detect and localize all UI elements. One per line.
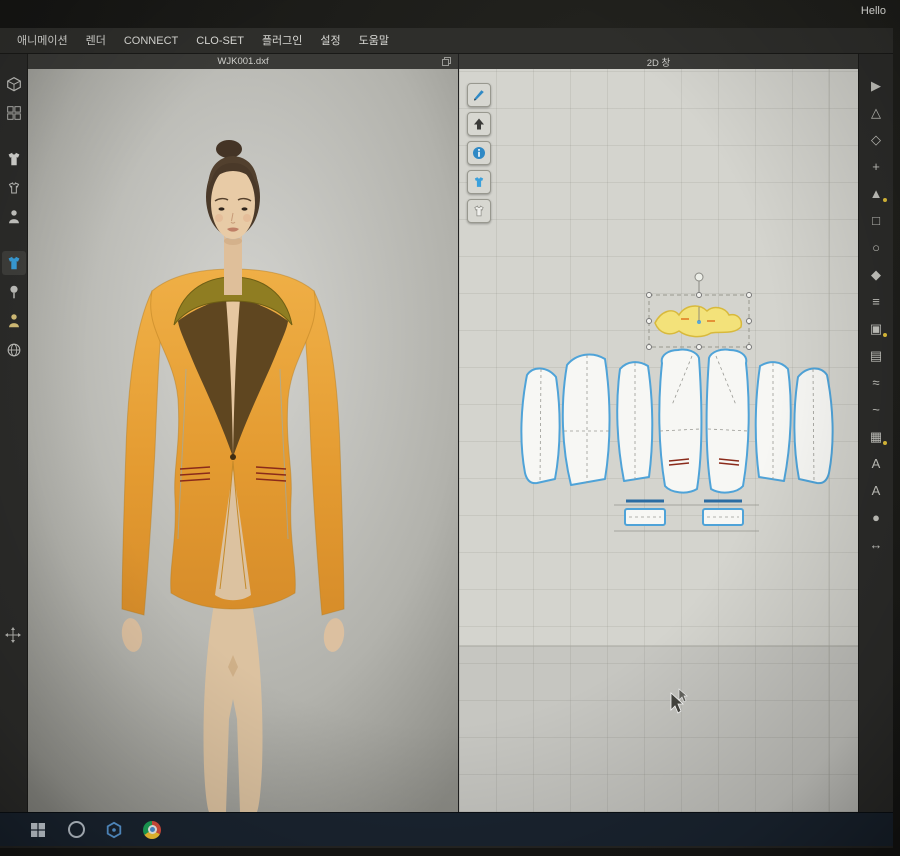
pattern-piece-sleeve-right[interactable]: [794, 368, 832, 483]
trace-icon[interactable]: ▣: [863, 317, 889, 340]
windows-taskbar: [0, 812, 893, 846]
hello-text: Hello: [861, 5, 886, 17]
pattern-piece-front-right[interactable]: [707, 349, 749, 492]
move-gizmo-button[interactable]: [2, 624, 24, 651]
avatar-style-button[interactable]: [2, 309, 26, 333]
menu-connect[interactable]: CONNECT: [115, 28, 187, 54]
view-cube-button[interactable]: [2, 72, 26, 96]
tab-2d-label: 2D 창: [647, 55, 671, 69]
menu-plugin[interactable]: 플러그인: [253, 28, 311, 54]
pen-icon: [472, 88, 486, 102]
menu-animation[interactable]: 애니메이션: [8, 28, 77, 54]
garment-show-button[interactable]: [2, 147, 26, 171]
selected-pattern-collar[interactable]: [647, 273, 752, 350]
jacket-button: [230, 454, 236, 460]
chrome-icon: [143, 821, 161, 839]
cut-sew-icon[interactable]: ▤: [863, 344, 889, 367]
toolbar-2d-right: ▶ △ ◇ + ▲ □ ○ ◆ ≡ ▣ ▤ ≈ ~ ▦ A A ● ↔: [858, 54, 893, 812]
hexagon-app-button[interactable]: [102, 818, 126, 842]
shirt-gray-icon: [472, 204, 486, 218]
viewport-2d[interactable]: [459, 69, 858, 812]
search-button[interactable]: [64, 818, 88, 842]
shirt-gray-button[interactable]: [467, 199, 491, 223]
menubar: 애니메이션 렌더 CONNECT CLO-SET 플러그인 설정 도움말: [0, 28, 893, 54]
info-icon: [472, 146, 486, 160]
avatar-style-icon: [5, 312, 23, 330]
pattern-piece-side-right[interactable]: [756, 362, 791, 481]
avatar-show-icon: [5, 208, 23, 226]
arrow-up-icon: [472, 117, 486, 131]
photo-of-monitor: Hello 애니메이션 렌더 CONNECT CLO-SET 플러그인 설정 도…: [0, 0, 900, 856]
wardrobe-grid-button[interactable]: [2, 101, 26, 125]
grading-icon[interactable]: ●: [863, 506, 889, 529]
transform-pattern-icon[interactable]: ▶: [863, 74, 889, 97]
circle-icon[interactable]: ○: [863, 236, 889, 259]
environment-globe-icon: [5, 341, 23, 359]
pen-button[interactable]: [467, 83, 491, 107]
hexagon-app-icon: [105, 821, 123, 839]
shirt-blue-icon: [472, 175, 486, 189]
pattern-piece-side-left[interactable]: [617, 362, 652, 481]
tab-2d[interactable]: 2D 창: [459, 54, 858, 70]
edit-curvature-icon[interactable]: ◇: [863, 128, 889, 151]
pin-button[interactable]: [2, 280, 26, 304]
add-point-icon[interactable]: +: [863, 155, 889, 178]
dart-icon[interactable]: ◆: [863, 263, 889, 286]
pattern-piece-front-left[interactable]: [659, 349, 701, 492]
rotate-handle[interactable]: [695, 273, 703, 281]
edit-pattern-icon[interactable]: △: [863, 101, 889, 124]
move-gizmo-icon: [2, 624, 24, 646]
free-sewing-icon[interactable]: ~: [863, 398, 889, 421]
clo3d-window: 애니메이션 렌더 CONNECT CLO-SET 플러그인 설정 도움말: [0, 28, 893, 848]
arrow-up-button[interactable]: [467, 112, 491, 136]
garment-style-button[interactable]: [2, 176, 26, 200]
garment-3d-button[interactable]: [2, 251, 26, 275]
toolbar-3d: [0, 54, 28, 812]
wardrobe-grid-icon: [5, 104, 23, 122]
pin-icon: [5, 283, 23, 301]
panel-2d: 2D 창: [458, 54, 858, 812]
menu-render[interactable]: 렌더: [77, 28, 115, 54]
pattern-text-icon[interactable]: A: [863, 479, 889, 502]
avatar-3d: [28, 69, 458, 812]
pattern-piece-back-left[interactable]: [563, 354, 610, 485]
garment-3d-active-icon: [5, 254, 23, 272]
dock-window-icon[interactable]: [442, 57, 451, 66]
view-cube-icon: [5, 75, 23, 93]
annotation-icon[interactable]: A: [863, 452, 889, 475]
shirt-blue-button[interactable]: [467, 170, 491, 194]
menu-settings[interactable]: 설정: [311, 28, 349, 54]
toolbar-2d-floating: [467, 83, 491, 223]
garment-style-icon: [5, 179, 23, 197]
polygon-icon[interactable]: ▲: [863, 182, 889, 205]
menu-closet[interactable]: CLO-SET: [187, 28, 253, 54]
measure-icon[interactable]: ↔: [863, 533, 889, 556]
pattern-piece-sleeve-left[interactable]: [521, 368, 559, 483]
menu-help[interactable]: 도움말: [350, 28, 398, 54]
garment-show-icon: [5, 150, 23, 168]
start-icon: [30, 822, 46, 838]
tab-3d[interactable]: WJK001.dxf: [28, 54, 458, 70]
pattern-canvas[interactable]: [459, 69, 858, 812]
panel-3d: WJK001.dxf: [28, 54, 458, 812]
pleats-icon[interactable]: ≡: [863, 290, 889, 313]
search-icon: [68, 821, 85, 838]
environment-globe-button[interactable]: [2, 338, 26, 362]
avatar-show-button[interactable]: [2, 205, 26, 229]
pattern-pieces-pockets[interactable]: [614, 501, 759, 531]
info-button[interactable]: [467, 141, 491, 165]
viewport-3d[interactable]: [28, 69, 458, 812]
rectangle-icon[interactable]: □: [863, 209, 889, 232]
start-button[interactable]: [26, 818, 50, 842]
chrome-button[interactable]: [140, 818, 164, 842]
tab-3d-label: WJK001.dxf: [217, 56, 268, 67]
seam-allowance-icon[interactable]: ▦: [863, 425, 889, 448]
segment-sewing-icon[interactable]: ≈: [863, 371, 889, 394]
